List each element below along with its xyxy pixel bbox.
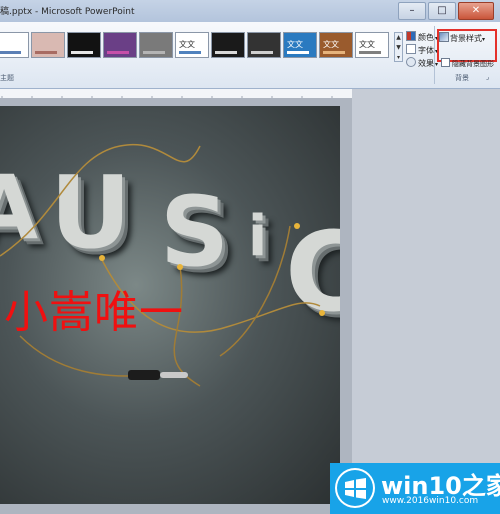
watermark-url: www.2016win10.com	[382, 496, 479, 506]
theme-color-bar	[287, 51, 309, 54]
watermark-logo: win10之家 www.2016win10.com	[330, 463, 500, 514]
theme-color-bar	[0, 51, 21, 54]
background-group-label: 背景	[455, 74, 469, 82]
theme-color-bar	[323, 51, 345, 54]
theme-thumbnail[interactable]	[247, 32, 281, 58]
colors-label: 颜色	[418, 33, 434, 42]
theme-thumbnail[interactable]: 文文	[319, 32, 353, 58]
minimize-button[interactable]: –	[398, 2, 426, 20]
theme-color-bar	[215, 51, 237, 54]
effects-label: 效果	[418, 59, 434, 68]
theme-thumbnail[interactable]	[31, 32, 65, 58]
theme-color-bar	[71, 51, 93, 54]
theme-thumbnail-label: 文文	[287, 40, 303, 49]
theme-color-bar	[251, 51, 273, 54]
theme-thumbnail-label: 文文	[359, 40, 375, 49]
slide-canvas: A U S i C 小嵩唯一	[0, 98, 352, 514]
theme-thumbnail[interactable]	[0, 32, 29, 58]
theme-thumbnail[interactable]	[103, 32, 137, 58]
hide-background-label: 隐藏背景图形	[452, 60, 494, 68]
gallery-up-icon[interactable]: ▲	[395, 33, 402, 43]
gallery-scroll[interactable]: ▲ ▼ ▾	[394, 32, 403, 62]
theme-thumbnail-label: 文文	[323, 40, 339, 49]
theme-thumbnail[interactable]	[139, 32, 173, 58]
colors-icon	[406, 31, 416, 41]
theme-color-bar	[35, 51, 57, 54]
theme-color-bar	[143, 51, 165, 54]
theme-thumbnail[interactable]: 文文	[175, 32, 209, 58]
hide-background-checkbox[interactable]: 隐藏背景图形	[441, 58, 494, 69]
ribbon-separator	[434, 26, 435, 84]
chevron-down-icon: ▾	[435, 61, 439, 68]
side-panel	[352, 89, 500, 514]
gallery-more-icon[interactable]: ▾	[395, 53, 402, 63]
theme-thumbnail[interactable]: 文文	[355, 32, 389, 58]
close-button[interactable]: ✕	[458, 2, 494, 20]
slide[interactable]: A U S i C 小嵩唯一	[0, 106, 340, 504]
theme-color-bar	[179, 51, 201, 54]
maximize-button[interactable]: □	[428, 2, 456, 20]
theme-thumbnail[interactable]	[67, 32, 101, 58]
fonts-label: 字体	[418, 46, 434, 55]
windows-logo-icon	[335, 468, 375, 508]
theme-color-bar	[107, 51, 129, 54]
fonts-icon	[406, 44, 416, 54]
themes-group-label: 主题	[0, 74, 14, 82]
theme-color-bar	[359, 51, 381, 54]
theme-thumbnail-label: 文文	[179, 40, 195, 49]
ribbon: 文文 文文 文文 文文 ▲ ▼ ▾ 颜色▾ 字体▾ 效果▾ 主题 背景样式▾ 隐藏背景…	[0, 22, 500, 89]
checkbox-icon[interactable]	[441, 58, 450, 67]
slide-caption: 小嵩唯一	[4, 287, 184, 338]
theme-thumbnail[interactable]: 文文	[283, 32, 317, 58]
theme-thumbnail[interactable]	[211, 32, 245, 58]
effects-icon	[406, 57, 416, 67]
gallery-down-icon[interactable]: ▼	[395, 43, 402, 53]
dialog-launcher-icon[interactable]: ⌟	[486, 73, 489, 81]
title-bar: 稿.pptx - Microsoft PowerPoint – □ ✕	[0, 0, 500, 22]
window-title: 稿.pptx - Microsoft PowerPoint	[0, 7, 135, 17]
window-controls: – □ ✕	[398, 2, 494, 20]
